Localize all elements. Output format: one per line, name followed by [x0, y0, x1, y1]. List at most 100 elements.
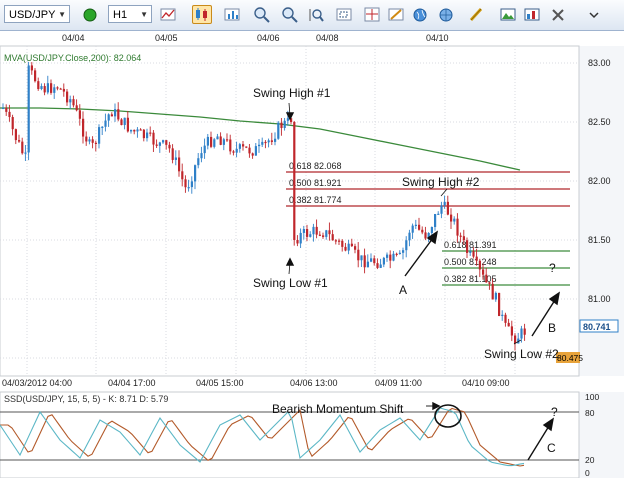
- globe-icon: [439, 8, 453, 22]
- candle-body: [459, 235, 462, 237]
- status-toggle-button[interactable]: [80, 5, 100, 24]
- candle-body: [229, 139, 232, 152]
- candle-body: [466, 240, 469, 253]
- candle-body: [424, 232, 427, 239]
- candle-body: [91, 139, 94, 143]
- candle-body: [437, 213, 440, 215]
- candle-body: [27, 65, 30, 153]
- candle-body: [104, 120, 107, 127]
- chart-area[interactable]: 04/04 04/05 04/06 04/08 04/10 MVA(USD/JP…: [0, 31, 624, 478]
- x-tick-label: 04/05 15:00: [196, 378, 244, 388]
- tools-button[interactable]: [548, 5, 568, 24]
- candle-body: [235, 148, 238, 153]
- candle-body: [264, 141, 267, 144]
- chart-type-candle-button[interactable]: [192, 5, 212, 24]
- candle-body: [130, 129, 133, 132]
- candle-body: [421, 229, 424, 233]
- x-tick-label: 04/10 09:00: [462, 378, 510, 388]
- y-tick-label: 82.50: [588, 117, 611, 127]
- osc-y-tick-label: 100: [585, 392, 599, 402]
- candle-body: [482, 269, 485, 275]
- candle-body: [2, 107, 5, 110]
- candle-body: [382, 257, 385, 265]
- candle-body: [373, 258, 376, 264]
- zoom-box-button[interactable]: [334, 5, 354, 24]
- candle-body: [152, 132, 155, 145]
- candle-body: [155, 144, 158, 146]
- candle-body: [286, 118, 289, 121]
- candle-body: [334, 240, 337, 242]
- zoom-reset-icon: [309, 9, 324, 22]
- candle-body: [462, 236, 465, 241]
- candle-body: [312, 226, 315, 235]
- candle-body: [443, 201, 446, 206]
- settings-icon: [524, 8, 540, 21]
- refresh-button[interactable]: [410, 5, 430, 24]
- candle-body: [18, 140, 21, 142]
- timeframe-select[interactable]: H1 ▼: [108, 5, 152, 23]
- candle-body: [66, 91, 69, 103]
- chevron-down-icon: ▼: [58, 10, 66, 19]
- candle-body: [98, 127, 101, 144]
- candle-body: [139, 129, 142, 131]
- candle-body: [485, 274, 488, 283]
- chart-type-line-button[interactable]: [158, 5, 178, 24]
- zoom-out-button[interactable]: [280, 5, 300, 24]
- candle-body: [446, 201, 449, 215]
- zoom-reset-button[interactable]: [306, 5, 326, 24]
- candle-body: [392, 253, 395, 261]
- candle-body: [357, 249, 360, 261]
- candle-body: [126, 117, 129, 132]
- candle-body: [261, 141, 264, 145]
- insert-image-button[interactable]: [498, 5, 518, 24]
- candle-body: [142, 129, 145, 139]
- candle-body: [165, 140, 168, 145]
- osc-y-tick-label: 0: [585, 468, 590, 478]
- candle-body: [14, 129, 17, 141]
- last-price-tag-value: 80.741: [583, 322, 611, 332]
- candle-body: [46, 83, 49, 93]
- x-tick-label: 04/03/2012 04:00: [2, 378, 72, 388]
- candle-body: [88, 139, 91, 142]
- candle-body: [440, 205, 443, 214]
- candle-body: [520, 328, 523, 339]
- candle-body: [370, 258, 373, 262]
- candle-body: [302, 229, 305, 233]
- chart-properties-button[interactable]: [222, 5, 242, 24]
- green-circle-icon: [83, 8, 97, 22]
- edit-button[interactable]: [386, 5, 406, 24]
- candle-body: [469, 251, 472, 253]
- candle-body: [222, 139, 225, 145]
- annotation-bearish-shift: Bearish Momentum Shift: [272, 402, 404, 416]
- zoom-in-button[interactable]: [252, 5, 272, 24]
- candle-body: [386, 254, 389, 258]
- candle-body: [216, 136, 219, 140]
- overflow-menu-button[interactable]: [584, 5, 604, 24]
- symbol-select[interactable]: USD/JPY ▼: [4, 5, 70, 23]
- candle-body: [24, 152, 27, 154]
- candle-body: [453, 218, 456, 222]
- candle-body: [398, 252, 401, 255]
- candle-body: [325, 230, 328, 237]
- candle-body: [507, 322, 510, 327]
- annotation-swing-low-1: Swing Low #1: [253, 276, 328, 290]
- candle-body: [53, 87, 56, 93]
- candle-body: [206, 136, 209, 146]
- drawing-tool-button[interactable]: [466, 5, 486, 24]
- candle-body: [328, 230, 331, 235]
- candle-body: [379, 264, 382, 268]
- low-price-tag-value: 80.475: [557, 353, 583, 363]
- candle-body: [178, 157, 181, 172]
- candle-body: [456, 218, 459, 236]
- candle-body: [133, 129, 136, 132]
- crosshair-button[interactable]: [362, 5, 382, 24]
- candle-body: [101, 126, 104, 128]
- candle-body: [174, 157, 177, 160]
- chart-settings-button[interactable]: [522, 5, 542, 24]
- candle-body: [402, 250, 405, 253]
- candle-body: [254, 146, 257, 156]
- fib-label: 0.500 81.248: [444, 257, 497, 267]
- candle-body: [11, 117, 14, 130]
- candle-body: [50, 83, 53, 93]
- global-button[interactable]: [436, 5, 456, 24]
